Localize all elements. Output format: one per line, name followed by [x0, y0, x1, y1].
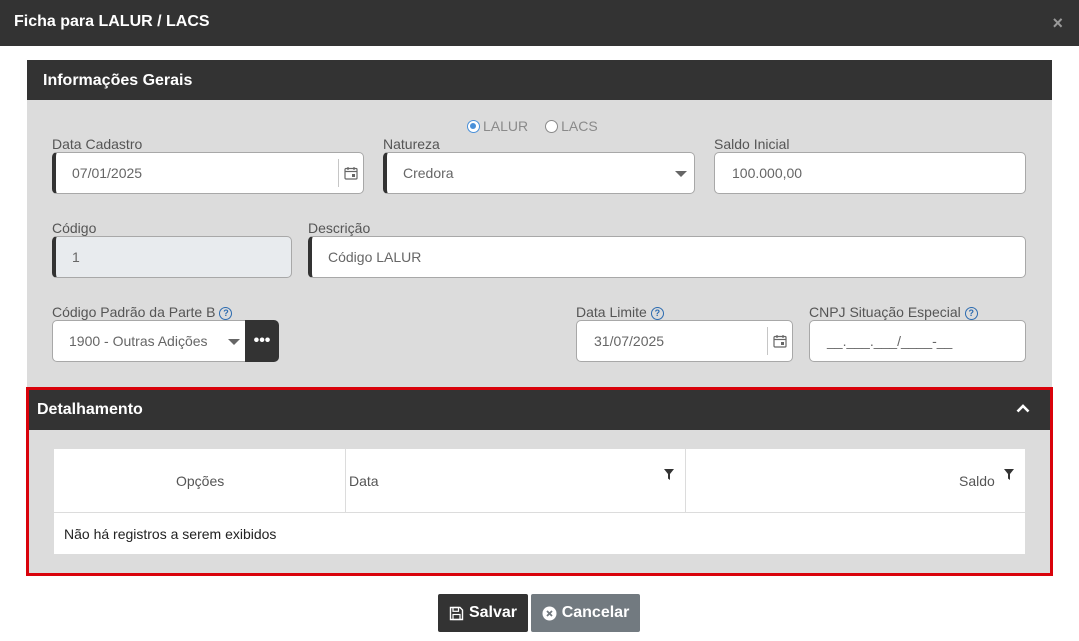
- more-options-button[interactable]: •••: [245, 320, 279, 362]
- lalur-modal: Ficha para LALUR / LACS × Informações Ge…: [0, 0, 1079, 641]
- data-cadastro-label: Data Cadastro: [52, 136, 143, 152]
- grid-header: Opções Data Saldo: [54, 449, 1025, 513]
- help-icon[interactable]: ?: [219, 306, 233, 320]
- save-icon: [449, 606, 464, 620]
- detalhamento-header[interactable]: Detalhamento: [29, 390, 1050, 430]
- codigo-padrao-value: 1900 - Outras Adições: [69, 333, 208, 349]
- column-opcoes: Opções: [54, 449, 346, 513]
- column-saldo-label: Saldo: [959, 473, 995, 489]
- data-limite-input[interactable]: 31/07/2025: [576, 320, 793, 362]
- column-data-label: Data: [349, 473, 379, 489]
- cnpj-value: __.___.___/____-__: [827, 333, 953, 349]
- data-limite-label: Data Limite?: [576, 304, 664, 320]
- detalhamento-panel: Detalhamento Opções Data Saldo Não há re…: [26, 387, 1053, 576]
- descricao-value: Código LALUR: [328, 249, 422, 265]
- saldo-inicial-input[interactable]: 100.000,00: [714, 152, 1026, 194]
- descricao-input[interactable]: Código LALUR: [308, 236, 1026, 278]
- calendar-icon[interactable]: [767, 327, 792, 355]
- help-icon[interactable]: ?: [964, 306, 978, 320]
- cancel-button[interactable]: Cancelar: [531, 594, 640, 632]
- saldo-inicial-value: 100.000,00: [732, 165, 803, 181]
- chevron-up-icon[interactable]: [1016, 403, 1030, 413]
- modal-header: Ficha para LALUR / LACS ×: [0, 0, 1079, 46]
- cancel-icon: [542, 606, 557, 620]
- column-data[interactable]: Data: [346, 449, 686, 513]
- data-cadastro-value: 07/01/2025: [72, 165, 143, 181]
- natureza-value: Credora: [403, 165, 454, 181]
- help-icon[interactable]: ?: [650, 306, 664, 320]
- codigo-padrao-select[interactable]: 1900 - Outras Adições: [52, 320, 246, 362]
- radio-lacs-label[interactable]: LACS: [561, 118, 598, 134]
- general-info-panel: Informações Gerais LALUR LACS Data Cadas…: [27, 60, 1052, 388]
- chevron-down-icon: [228, 339, 240, 345]
- detalhamento-title: Detalhamento: [37, 401, 143, 418]
- modal-title: Ficha para LALUR / LACS: [14, 13, 210, 30]
- natureza-select[interactable]: Credora: [383, 152, 695, 194]
- close-icon[interactable]: ×: [1052, 14, 1063, 32]
- codigo-label: Código: [52, 220, 97, 236]
- empty-message: Não há registros a serem exibidos: [64, 526, 277, 542]
- filter-icon[interactable]: [664, 469, 674, 480]
- cnpj-input[interactable]: __.___.___/____-__: [809, 320, 1026, 362]
- type-radio-group: LALUR LACS: [467, 118, 615, 134]
- natureza-label: Natureza: [383, 136, 440, 152]
- detalhamento-grid: Opções Data Saldo Não há registros a ser…: [53, 448, 1026, 555]
- descricao-label: Descrição: [308, 220, 371, 236]
- saldo-inicial-label: Saldo Inicial: [714, 136, 790, 152]
- save-button[interactable]: Salvar: [438, 594, 528, 632]
- codigo-value: 1: [72, 249, 80, 265]
- general-info-title: Informações Gerais: [43, 72, 193, 89]
- data-limite-label-text: Data Limite: [576, 304, 647, 320]
- cancel-button-label: Cancelar: [561, 604, 630, 621]
- codigo-padrao-label-text: Código Padrão da Parte B: [52, 304, 216, 320]
- codigo-padrao-label: Código Padrão da Parte B?: [52, 304, 233, 320]
- column-opcoes-label: Opções: [176, 473, 225, 489]
- filter-icon[interactable]: [1004, 469, 1014, 480]
- save-button-label: Salvar: [468, 604, 518, 621]
- data-cadastro-input[interactable]: 07/01/2025: [52, 152, 364, 194]
- chevron-down-icon: [675, 171, 687, 177]
- calendar-icon[interactable]: [338, 159, 363, 187]
- codigo-input: 1: [52, 236, 292, 278]
- cnpj-label: CNPJ Situação Especial?: [809, 304, 978, 320]
- radio-lalur-label[interactable]: LALUR: [483, 118, 528, 134]
- general-info-header: Informações Gerais: [27, 60, 1052, 100]
- column-saldo[interactable]: Saldo: [686, 449, 1025, 513]
- data-limite-value: 31/07/2025: [594, 333, 665, 349]
- cnpj-label-text: CNPJ Situação Especial: [809, 304, 961, 320]
- radio-lalur[interactable]: [467, 119, 480, 133]
- radio-lacs[interactable]: [545, 119, 559, 133]
